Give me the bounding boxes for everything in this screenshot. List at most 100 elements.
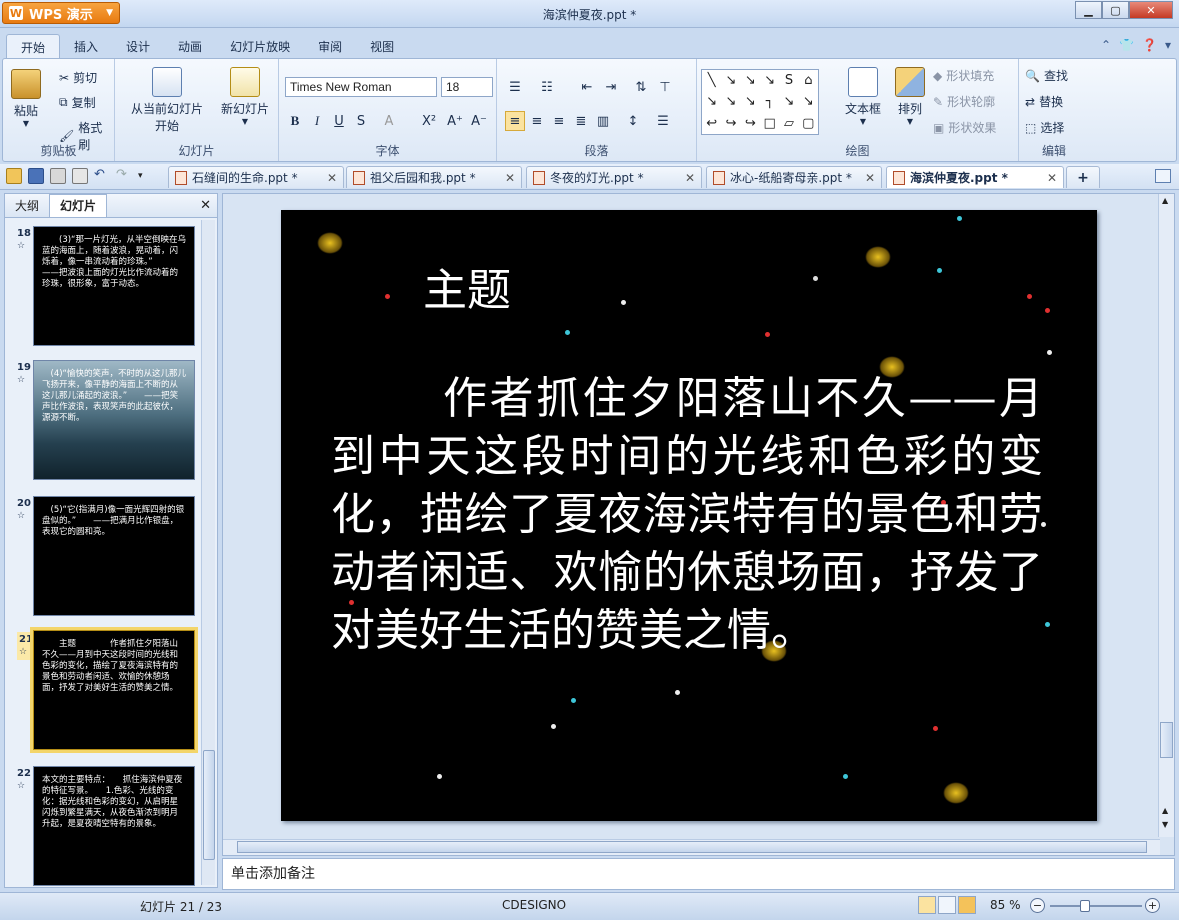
tab-slideshow[interactable]: 幻灯片放映 (216, 34, 304, 60)
underline-button[interactable]: U (329, 111, 349, 131)
close-tab-icon[interactable]: ✕ (865, 171, 875, 185)
open-icon[interactable] (6, 168, 22, 184)
brush-icon: 🖌 (59, 129, 75, 143)
current-slide[interactable]: 主题 作者抓住夕阳落山不久——月到中天这段时间的光线和色彩的变化，描绘了夏夜海滨… (281, 210, 1097, 821)
tab-review[interactable]: 审阅 (304, 34, 356, 60)
undo-icon[interactable]: ↶ (94, 168, 110, 184)
tab-design[interactable]: 设计 (112, 34, 164, 60)
slideshow-icon[interactable] (958, 896, 976, 914)
increase-indent-icon[interactable]: ⇥ (601, 77, 621, 97)
slide-thumbnail-19[interactable]: (4)“愉快的笑声，不时的从这儿那儿飞扬开来，像平静的海面上不断的从这儿那儿涌起… (33, 360, 195, 480)
slide-thumbnail-22[interactable]: 本文的主要特点： 抓住海滨仲夏夜的特征写景。 1.色彩、光线的变化：据光线和色彩… (33, 766, 195, 886)
minimize-button[interactable]: ▁ (1075, 1, 1102, 19)
collapse-ribbon-icon[interactable]: ⌃ (1101, 38, 1111, 52)
close-tab-icon[interactable]: ✕ (327, 171, 337, 185)
close-panel-icon[interactable]: ✕ (200, 198, 211, 213)
shapes-gallery[interactable]: ╲ ↘ ↘ ↘ S ⌂ ↘ ↘ ↘ ┐ ↘ ↘ ↩ ↪ ↪ □ ▱ ▢ (701, 69, 819, 135)
font-size-select[interactable]: 18 (441, 77, 493, 97)
shape-outline-button[interactable]: ✎ 形状轮廓 (933, 93, 995, 110)
zoom-knob[interactable] (1080, 900, 1090, 912)
editor-vertical-scrollbar[interactable]: ▲ ▲ ▼ (1158, 194, 1174, 837)
decrease-indent-icon[interactable]: ⇤ (577, 77, 597, 97)
close-window-button[interactable]: ✕ (1129, 1, 1173, 19)
normal-view-icon[interactable] (918, 896, 936, 914)
play-from-current-button[interactable]: 从当前幻灯片 开始 (131, 67, 203, 134)
cut-button[interactable]: ✂ 剪切 (59, 69, 97, 86)
shape-fill-button[interactable]: ◆ 形状填充 (933, 67, 994, 84)
slide-sorter-icon[interactable] (938, 896, 956, 914)
numbering-icon[interactable]: ☷ (537, 77, 557, 97)
superscript-button[interactable]: X² (419, 111, 439, 131)
doc-tab-5[interactable]: 海滨仲夏夜.ppt * ✕ (886, 166, 1064, 188)
select-button[interactable]: ⬚ 选择 (1025, 119, 1064, 136)
replace-button[interactable]: ⇄ 替换 (1025, 93, 1063, 110)
align-center-button[interactable]: ≡ (527, 111, 547, 131)
print-icon[interactable] (50, 168, 66, 184)
textbox-button[interactable]: 文本框 ▼ (845, 67, 881, 126)
print-preview-icon[interactable] (72, 168, 88, 184)
new-tab-button[interactable]: + (1066, 166, 1100, 188)
scroll-up-icon[interactable]: ▲ (1162, 196, 1168, 205)
italic-button[interactable]: I (307, 111, 327, 131)
copy-button[interactable]: ⧉ 复制 (59, 94, 96, 111)
prev-slide-icon[interactable]: ▲ (1162, 806, 1168, 815)
line-spacing-icon[interactable]: ↕ (623, 111, 643, 131)
customize-toolbar-icon[interactable]: ▾ (138, 168, 154, 184)
notes-pane[interactable]: 单击添加备注 (222, 858, 1175, 890)
panel-scroll-thumb[interactable] (203, 750, 215, 860)
grow-font-button[interactable]: A⁺ (445, 111, 465, 131)
arrange-button[interactable]: 排列 ▼ (895, 67, 925, 126)
slide-title[interactable]: 主题 (423, 254, 511, 318)
font-family-select[interactable]: Times New Roman (285, 77, 437, 97)
slide-thumbnail-20[interactable]: (5)“它(指满月)像一面光辉四射的银盘似的。” ——把满月比作银盘，表现它的圆… (33, 496, 195, 616)
doc-tab-1[interactable]: 石缝间的生命.ppt * ✕ (168, 166, 344, 188)
tab-slides[interactable]: 幻灯片 (49, 194, 108, 217)
strikethrough-button[interactable]: S (351, 111, 371, 131)
tab-insert[interactable]: 插入 (60, 34, 112, 60)
text-direction-icon[interactable]: ⇅ (631, 77, 651, 97)
maximize-button[interactable]: ▢ (1102, 1, 1129, 19)
bullets-icon[interactable]: ☰ (505, 77, 525, 97)
bold-button[interactable]: B (285, 111, 305, 131)
tab-view[interactable]: 视图 (356, 34, 408, 60)
doc-tab-2[interactable]: 祖父后园和我.ppt * ✕ (346, 166, 522, 188)
next-slide-icon[interactable]: ▼ (1162, 820, 1168, 829)
close-tab-icon[interactable]: ✕ (505, 171, 515, 185)
find-button[interactable]: 🔍 查找 (1025, 67, 1068, 84)
help-icon[interactable]: ❓ (1142, 38, 1157, 52)
slide-thumbnail-18[interactable]: (3)“那一片灯光，从半空倒映在乌蓝的海面上，随着波浪，晃动着，闪烁着，像一串流… (33, 226, 195, 346)
panel-scrollbar[interactable] (201, 220, 215, 885)
skin-icon[interactable]: 👕 (1119, 38, 1134, 52)
slide-body-text[interactable]: 作者抓住夕阳落山不久——月到中天这段时间的光线和色彩的变化，描绘了夏夜海滨特有的… (331, 370, 1043, 660)
align-text-icon[interactable]: ⊤ (655, 77, 675, 97)
options-icon[interactable]: ▾ (1165, 38, 1171, 52)
doc-tab-3[interactable]: 冬夜的灯光.ppt * ✕ (526, 166, 702, 188)
slide-thumbnail-21[interactable]: 主题 作者抓住夕阳落山不久——月到中天这段时间的光线和色彩的变化，描绘了夏夜海滨… (30, 627, 198, 753)
tab-animation[interactable]: 动画 (164, 34, 216, 60)
font-color-button[interactable]: A (379, 111, 399, 131)
distribute-button[interactable]: ▥ (593, 111, 613, 131)
zoom-in-icon[interactable]: + (1145, 898, 1160, 913)
align-left-button[interactable]: ≡ (505, 111, 525, 131)
redo-icon[interactable]: ↷ (116, 168, 132, 184)
align-right-button[interactable]: ≡ (549, 111, 569, 131)
editor-horizontal-scrollbar[interactable] (223, 839, 1160, 855)
editor-hscroll-thumb[interactable] (237, 841, 1147, 853)
zoom-level[interactable]: 85 % (990, 898, 1021, 912)
close-tab-icon[interactable]: ✕ (685, 171, 695, 185)
zoom-slider[interactable]: − + (1030, 897, 1160, 915)
zoom-out-icon[interactable]: − (1030, 898, 1045, 913)
shape-effect-button[interactable]: ▣ 形状效果 (933, 119, 996, 136)
close-tab-icon[interactable]: ✕ (1047, 171, 1057, 185)
tab-list-icon[interactable] (1155, 169, 1171, 183)
paste-button[interactable]: 粘贴 ▼ (11, 69, 41, 128)
shrink-font-button[interactable]: A⁻ (469, 111, 489, 131)
editor-vscroll-thumb[interactable] (1160, 722, 1173, 758)
new-slide-button[interactable]: 新幻灯片 ▼ (221, 67, 269, 126)
save-icon[interactable] (28, 168, 44, 184)
justify-button[interactable]: ≣ (571, 111, 591, 131)
paragraph-settings-icon[interactable]: ☰ (653, 111, 673, 131)
doc-tab-4[interactable]: 冰心-纸船寄母亲.ppt * ✕ (706, 166, 882, 188)
tab-home[interactable]: 开始 (6, 34, 61, 60)
tab-outline[interactable]: 大纲 (5, 195, 49, 217)
